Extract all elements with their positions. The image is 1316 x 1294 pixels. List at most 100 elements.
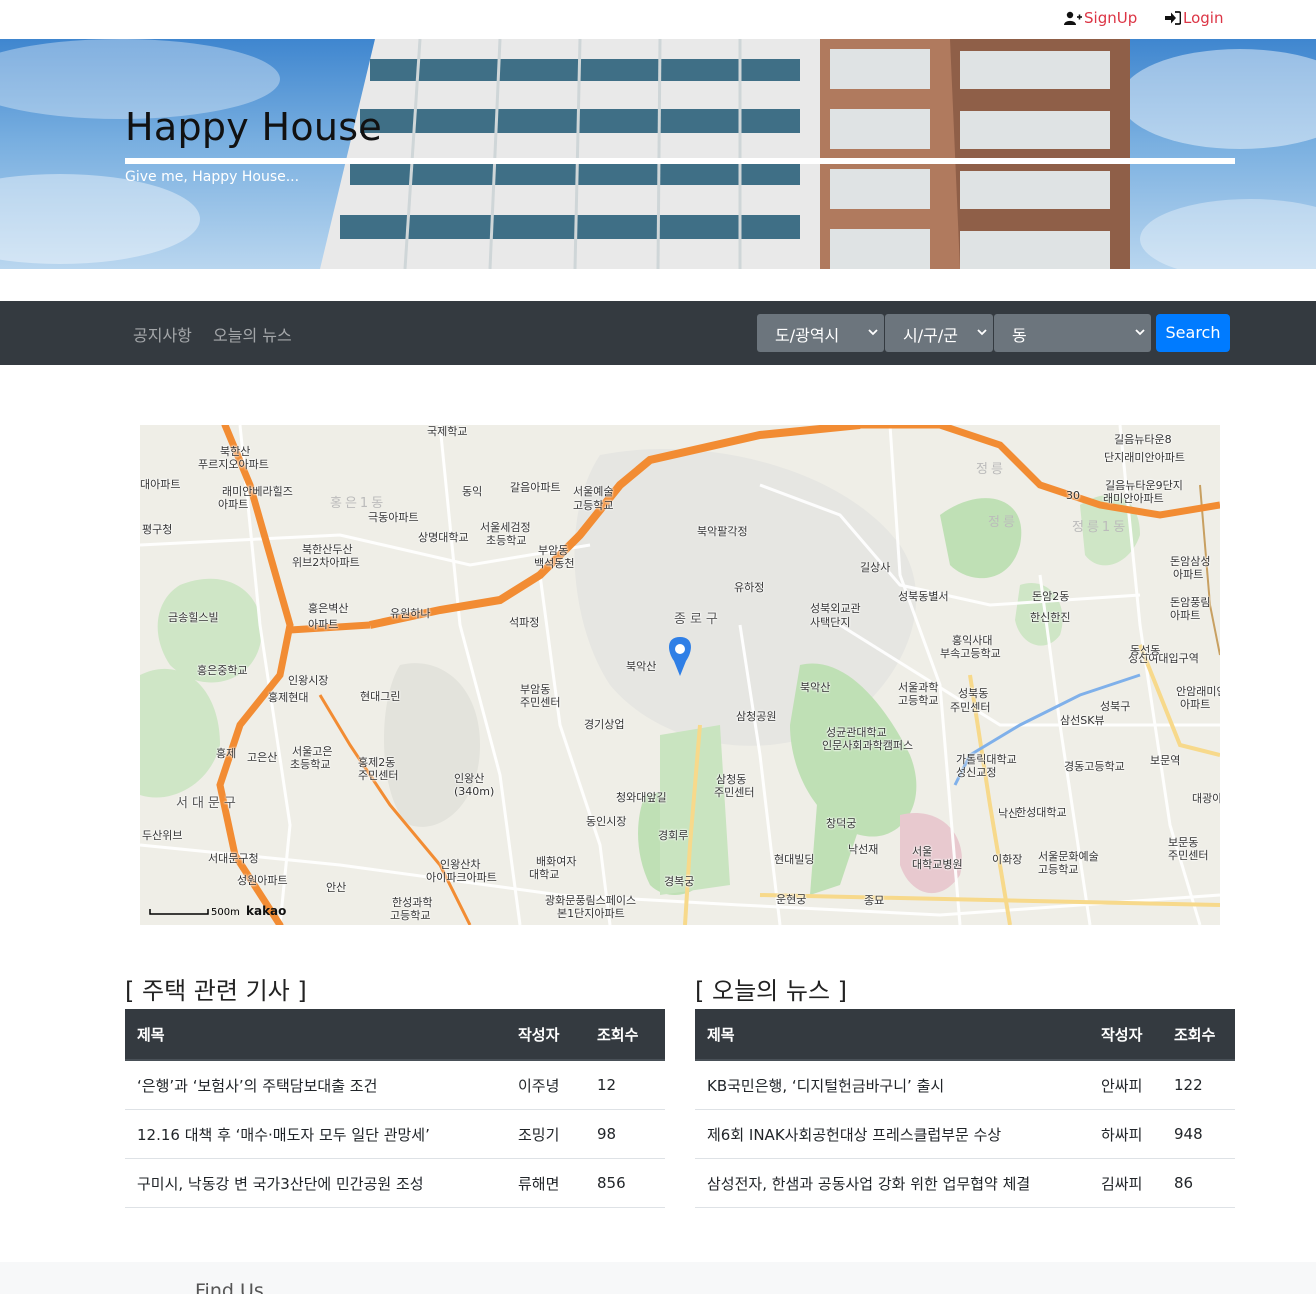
map-place-label: 가톨릭대학교 (956, 753, 1017, 766)
map-place-label: 극동아파트 (368, 511, 419, 524)
map-place-label: 아파트 (308, 618, 339, 631)
map-place-label: 길음뉴타운8 (1114, 433, 1172, 446)
map-place-label: 창덕궁 (826, 817, 857, 830)
hero-banner: Happy House Give me, Happy House... (0, 39, 1316, 269)
map-place-label: 홍익사대 (952, 634, 993, 647)
map-place-label: 부속고등학교 (940, 647, 1001, 660)
map-place-label: 고등학교 (898, 694, 939, 707)
footer-title: Find Us (195, 1280, 264, 1294)
map-place-label: 서울세검정 (480, 521, 531, 534)
map-place-label: 유하정 (734, 581, 765, 594)
map-place-label: 부암동 (538, 544, 569, 557)
map-place-label: 배화여자 (536, 855, 577, 868)
nav-link-notice[interactable]: 공지사항 (133, 322, 192, 346)
map-place-label: (340m) (454, 785, 495, 798)
map-place-label: 아파트 (1173, 568, 1204, 581)
map-place-label: 상명대학교 (418, 531, 469, 544)
map-place-label: 북한산 (220, 445, 251, 458)
user-plus-icon (1064, 11, 1082, 25)
column-header-views: 조회수 (1162, 1009, 1235, 1061)
map-place-label: 북악산 (626, 660, 657, 673)
map-place-label: 푸르지오아파트 (198, 458, 269, 471)
map-place-label: 한성과학 (392, 896, 433, 909)
kakao-map[interactable]: 국제학교 북한산 푸르지오아파트 대아파트 래미안베라힐즈 아파트 평구청 홍은1동 극동아파트… (140, 425, 1220, 925)
map-place-label: 정릉 (976, 462, 1006, 477)
column-header-author: 작성자 (506, 1009, 585, 1061)
chevron-down-icon (977, 329, 987, 336)
news-title[interactable]: 삼성전자, 한샘과 공동사업 강화 위한 업무협약 체결 (695, 1158, 1089, 1208)
search-button[interactable]: Search (1156, 314, 1230, 352)
map-place-label: 고은산 (247, 751, 278, 764)
map-place-label: 홍제현대 (268, 691, 309, 704)
article-author: 이주녕 (506, 1060, 585, 1110)
title-divider (125, 158, 1235, 164)
dong-select[interactable]: 동 (994, 314, 1151, 352)
map-place-label: 길음뉴타운9단지 (1105, 479, 1183, 492)
article-title[interactable]: ‘은행’과 ‘보험사’의 주택담보대출 조건 (125, 1060, 506, 1110)
map-place-label: 현대빌딩 (774, 853, 815, 866)
map-place-label: 주민센터 (714, 786, 755, 799)
column-header-title: 제목 (125, 1009, 506, 1061)
map-place-label: 대광아 (1192, 792, 1220, 805)
signup-label: SignUp (1084, 9, 1138, 27)
today-news-title: [ 오늘의 뉴스 ] (695, 977, 848, 1005)
map-place-label: 아파트 (1170, 609, 1201, 622)
article-views: 98 (585, 1109, 665, 1159)
map-place-label: 경동고등학교 (1064, 760, 1125, 773)
map-place-label: 정릉 (988, 515, 1018, 530)
map-place-label: 단지래미안아파트 (1104, 451, 1185, 464)
table-row[interactable]: ‘은행’과 ‘보험사’의 주택담보대출 조건 이주녕 12 (125, 1060, 665, 1110)
map-place-label: 동선동 (1130, 644, 1161, 657)
map-place-label: 아파트 (1180, 698, 1211, 711)
map-place-label: 삼청공원 (736, 710, 777, 723)
map-place-label: 대학교병원 (912, 858, 963, 871)
site-subtitle: Give me, Happy House... (125, 169, 300, 185)
map-place-label: 서대문구청 (208, 852, 259, 865)
table-row[interactable]: 제6회 INAK사회공헌대상 프레스클럽부문 수상 하싸피 948 (695, 1109, 1235, 1159)
table-row[interactable]: 삼성전자, 한샘과 공동사업 강화 위한 업무협약 체결 김싸피 86 (695, 1158, 1235, 1208)
map-place-label: 대학교 (529, 868, 560, 881)
table-header-row: 제목 작성자 조회수 (125, 1009, 665, 1061)
map-place-label: 삼청동 (716, 773, 747, 786)
map-place-label: 홍제2동 (358, 756, 396, 769)
building-background-image (0, 39, 1316, 269)
gugun-select[interactable]: 시/구/군 (885, 314, 993, 352)
map-place-label: 현대그린 (360, 690, 401, 703)
map-place-label: 서울과학 (898, 681, 939, 694)
map-place-label: 서울문화예술 (1038, 850, 1099, 863)
news-title[interactable]: 제6회 INAK사회공헌대상 프레스클럽부문 수상 (695, 1109, 1089, 1159)
news-author: 김싸피 (1089, 1158, 1162, 1208)
news-author: 안싸피 (1089, 1060, 1162, 1110)
today-news-table: 제목 작성자 조회수 KB국민은행, ‘디지털헌금바구니’ 출시 안싸피 122… (695, 1009, 1235, 1208)
housing-articles-table: 제목 작성자 조회수 ‘은행’과 ‘보험사’의 주택담보대출 조건 이주녕 12… (125, 1009, 665, 1208)
map-place-label: 종로구 (674, 612, 722, 627)
table-row[interactable]: KB국민은행, ‘디지털헌금바구니’ 출시 안싸피 122 (695, 1060, 1235, 1110)
map-place-label: 초등학교 (290, 758, 331, 771)
map-place-label: 래미안베라힐즈 (222, 485, 293, 498)
article-title[interactable]: 12.16 대책 후 ‘매수·매도자 모두 일단 관망세’ (125, 1109, 506, 1159)
map-place-label: 홍은1동 (330, 496, 387, 511)
map-place-label: 성신교정 (956, 766, 997, 779)
map-place-label: 돈암2동 (1032, 590, 1070, 603)
news-views: 948 (1162, 1109, 1235, 1159)
article-title[interactable]: 구미시, 낙동강 변 국가3산단에 민간공원 조성 (125, 1158, 506, 1208)
news-title[interactable]: KB국민은행, ‘디지털헌금바구니’ 출시 (695, 1060, 1089, 1110)
table-row[interactable]: 12.16 대책 후 ‘매수·매도자 모두 일단 관망세’ 조밍기 98 (125, 1109, 665, 1159)
map-place-label: 성균관대학교 (826, 726, 887, 739)
nav-link-news[interactable]: 오늘의 뉴스 (213, 322, 292, 346)
map-place-label: 보문동 (1168, 836, 1199, 849)
signup-link[interactable]: SignUp (1064, 9, 1137, 27)
map-scale-label: 500m (211, 907, 240, 918)
map-place-label: 부암동 (520, 683, 551, 696)
sido-select[interactable]: 도/광역시 (757, 314, 884, 352)
map-place-label: 홍제 (216, 747, 237, 760)
map-place-label: 길상사 (860, 561, 891, 574)
map-place-label: 북악산 (800, 681, 831, 694)
top-auth-bar: SignUp Login (0, 0, 1316, 39)
gugun-select-value: 시/구/군 (903, 326, 958, 345)
map-place-label: 한신한진 (1030, 611, 1071, 624)
table-row[interactable]: 구미시, 낙동강 변 국가3산단에 민간공원 조성 류해면 856 (125, 1158, 665, 1208)
login-link[interactable]: Login (1165, 9, 1223, 27)
map-place-label: 서대문구 (176, 796, 240, 811)
map-place-label: 아이파크아파트 (426, 871, 497, 884)
